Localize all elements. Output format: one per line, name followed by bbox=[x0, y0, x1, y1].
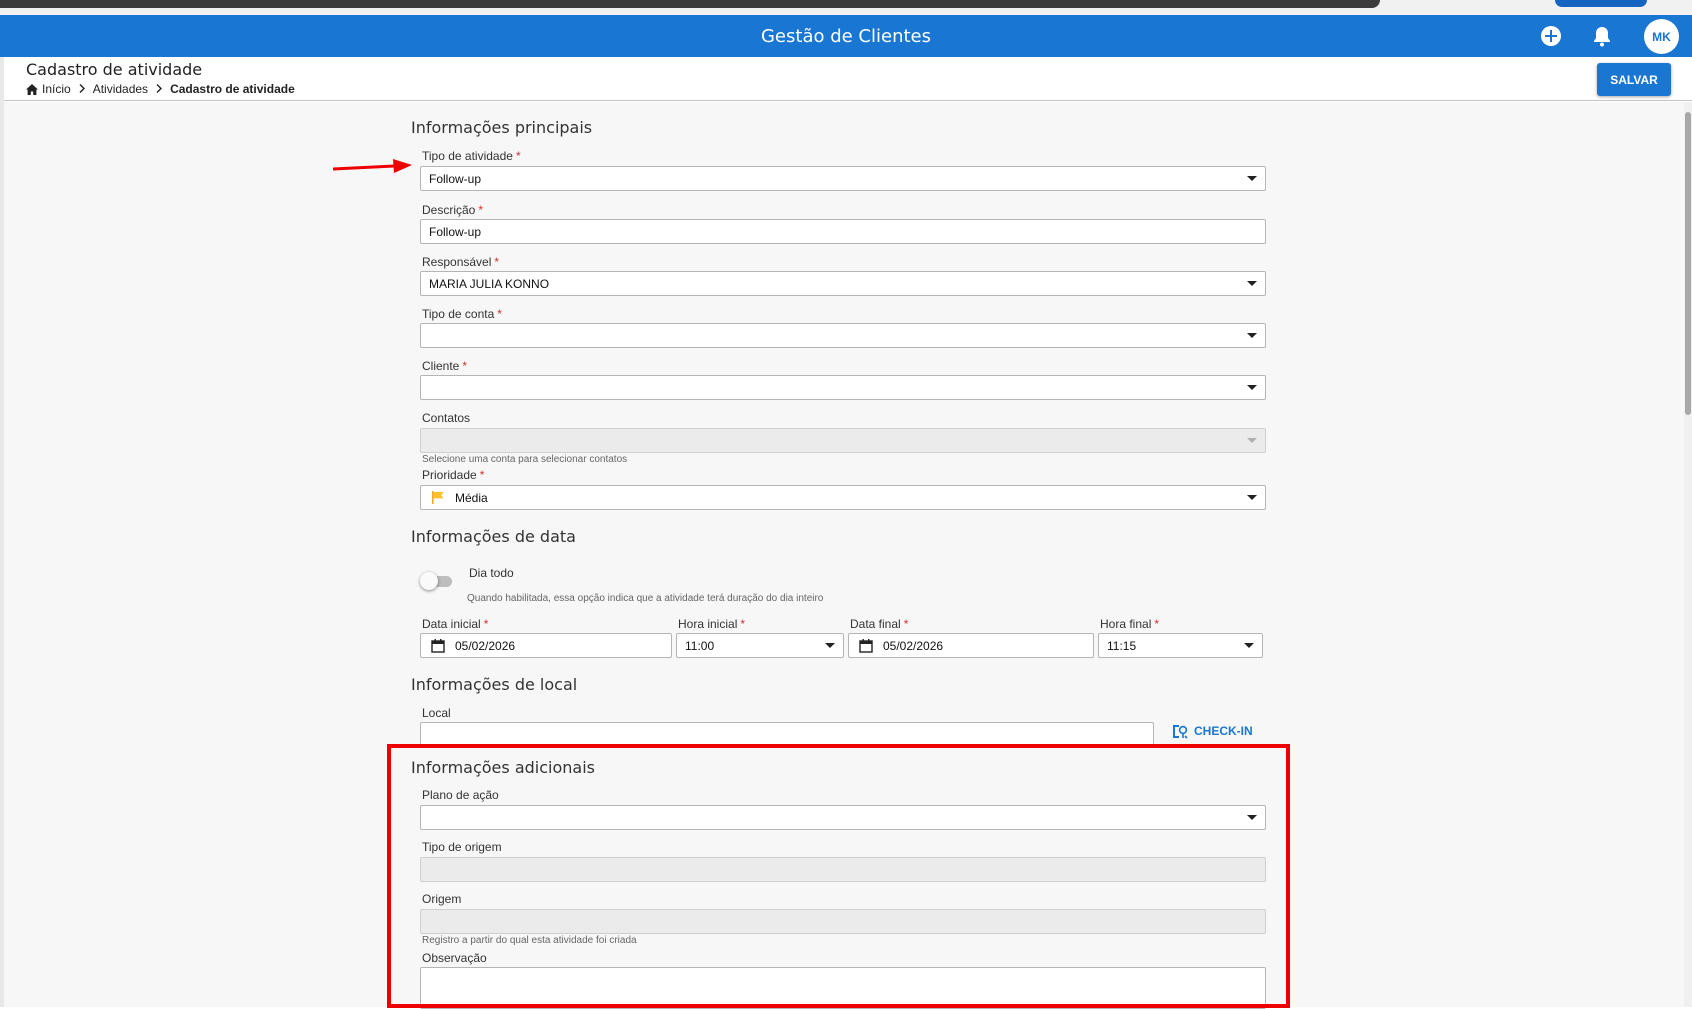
hora-inicial-label: Hora inicial * bbox=[678, 617, 746, 631]
responsavel-select[interactable]: MARIA JULIA KONNO bbox=[420, 271, 1266, 296]
caret-down-icon bbox=[1247, 333, 1257, 338]
caret-down-icon bbox=[1247, 176, 1257, 181]
local-label: Local bbox=[422, 706, 451, 720]
dia-todo-label: Dia todo bbox=[469, 566, 514, 580]
checkin-button[interactable]: CHECK-IN bbox=[1172, 721, 1253, 741]
caret-down-icon bbox=[1247, 495, 1257, 500]
calendar-icon bbox=[859, 638, 873, 653]
breadcrumb-item-inicio[interactable]: Início bbox=[42, 82, 71, 96]
bell-icon[interactable] bbox=[1587, 21, 1617, 51]
chevron-right-icon bbox=[156, 82, 163, 96]
page-title: Cadastro de atividade bbox=[26, 60, 203, 79]
hora-final-label: Hora final * bbox=[1100, 617, 1160, 631]
tipo-atividade-select[interactable]: Follow-up bbox=[420, 166, 1266, 191]
contatos-hint: Selecione uma conta para selecionar cont… bbox=[422, 454, 628, 465]
app-title: Gestão de Clientes bbox=[760, 26, 931, 47]
caret-down-icon bbox=[1247, 281, 1257, 286]
scrollbar-thumb[interactable] bbox=[1685, 112, 1691, 415]
data-final-label: Data final * bbox=[850, 617, 909, 631]
descricao-input[interactable]: Follow-up bbox=[420, 219, 1266, 244]
save-button[interactable]: SALVAR bbox=[1597, 63, 1671, 96]
caret-down-icon bbox=[1247, 385, 1257, 390]
browser-top-strip bbox=[0, 0, 1692, 15]
chevron-right-icon bbox=[79, 82, 85, 96]
browser-tab-bar bbox=[0, 0, 1380, 8]
map-pin-icon bbox=[1173, 724, 1188, 739]
cliente-select[interactable] bbox=[420, 375, 1266, 400]
caret-down-icon bbox=[825, 643, 835, 648]
hora-inicial-select[interactable]: 11:00 bbox=[676, 633, 844, 658]
hora-final-select[interactable]: 11:15 bbox=[1098, 633, 1263, 658]
prioridade-select[interactable]: Média bbox=[420, 485, 1266, 510]
annotation-arrow bbox=[333, 159, 412, 173]
section-title-location: Informações de local bbox=[411, 675, 578, 694]
tipo-conta-select[interactable] bbox=[420, 323, 1266, 348]
breadcrumb-item-current: Cadastro de atividade bbox=[170, 82, 295, 96]
caret-down-icon bbox=[1244, 643, 1254, 648]
page-header: Cadastro de atividade Início Atividades … bbox=[4, 57, 1692, 101]
data-final-input[interactable]: 05/02/2026 bbox=[848, 633, 1094, 658]
tipo-atividade-label: Tipo de atividade * bbox=[422, 149, 521, 163]
home-icon bbox=[26, 83, 38, 95]
cliente-label: Cliente * bbox=[422, 359, 468, 373]
add-icon[interactable] bbox=[1536, 21, 1566, 51]
caret-down-icon bbox=[1247, 438, 1257, 443]
avatar[interactable]: MK bbox=[1644, 19, 1679, 54]
breadcrumb-item-atividades[interactable]: Atividades bbox=[93, 82, 148, 96]
dia-todo-hint: Quando habilitada, essa opção indica que… bbox=[467, 593, 824, 604]
descricao-label: Descrição * bbox=[422, 203, 484, 217]
browser-profile-pill bbox=[1555, 0, 1647, 7]
responsavel-label: Responsável * bbox=[422, 255, 500, 269]
app-header: Gestão de Clientes MK bbox=[0, 15, 1692, 57]
section-title-main: Informações principais bbox=[411, 118, 593, 137]
tipo-conta-label: Tipo de conta * bbox=[422, 307, 502, 321]
prioridade-label: Prioridade * bbox=[422, 468, 485, 482]
contatos-select bbox=[420, 428, 1266, 453]
annotation-highlight-box bbox=[387, 744, 1290, 1008]
data-inicial-label: Data inicial * bbox=[422, 617, 489, 631]
calendar-icon bbox=[431, 638, 445, 653]
dia-todo-toggle[interactable] bbox=[420, 572, 452, 590]
section-title-date: Informações de data bbox=[411, 527, 576, 546]
flag-icon bbox=[432, 491, 444, 504]
contatos-label: Contatos bbox=[422, 411, 471, 425]
data-inicial-input[interactable]: 05/02/2026 bbox=[420, 633, 672, 658]
breadcrumb: Início Atividades Cadastro de atividade bbox=[26, 82, 295, 96]
